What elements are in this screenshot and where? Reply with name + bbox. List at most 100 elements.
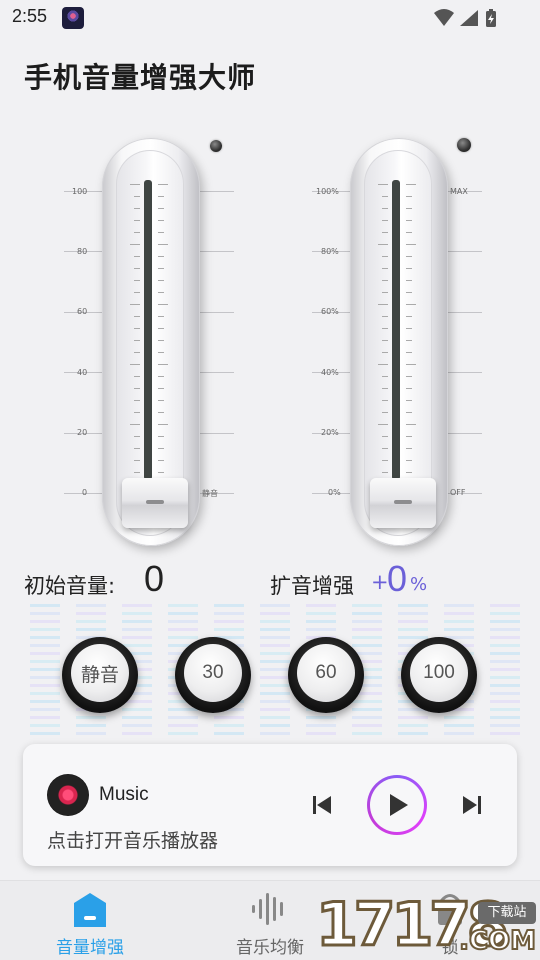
eq-bar xyxy=(168,724,198,727)
eq-bar xyxy=(76,620,106,623)
minor-tick xyxy=(382,448,388,449)
minor-tick xyxy=(382,268,388,269)
eq-bar xyxy=(260,660,290,663)
boost-thumb[interactable] xyxy=(370,478,436,528)
initial-volume-slider-panel: 100 80 60 40 20 0 静音 xyxy=(20,130,270,550)
preset-30-label: 30 xyxy=(184,644,242,702)
minor-tick xyxy=(158,220,164,221)
play-button[interactable] xyxy=(367,775,427,835)
initial-volume-thumb[interactable] xyxy=(122,478,188,528)
previous-track-icon[interactable] xyxy=(311,794,333,816)
signal-icon xyxy=(460,10,478,26)
eq-bar xyxy=(398,716,428,719)
minor-tick xyxy=(134,412,140,413)
eq-bar xyxy=(444,628,474,631)
eq-bar xyxy=(352,732,382,735)
minor-tick xyxy=(158,364,168,365)
minor-tick xyxy=(134,388,140,389)
eq-bar xyxy=(214,724,244,727)
minor-tick xyxy=(406,388,412,389)
minor-tick xyxy=(158,376,164,377)
boost-unit: % xyxy=(410,574,428,595)
eq-bar xyxy=(398,612,428,615)
minor-tick xyxy=(382,232,388,233)
slider-track xyxy=(392,180,400,480)
minor-tick xyxy=(158,280,164,281)
minor-tick xyxy=(134,208,140,209)
minor-tick xyxy=(406,352,412,353)
eq-bar xyxy=(260,620,290,623)
eq-bar xyxy=(168,612,198,615)
battery-icon xyxy=(486,9,496,27)
minor-tick xyxy=(406,268,412,269)
eq-bar xyxy=(168,636,198,639)
preset-60-button[interactable]: 60 xyxy=(288,637,364,713)
eq-bar xyxy=(352,604,382,607)
scale-label-80: 80 xyxy=(77,247,88,256)
minor-tick xyxy=(134,436,140,437)
eq-bar xyxy=(122,732,152,735)
initial-volume-label: 初始音量: xyxy=(24,574,116,598)
minor-tick xyxy=(158,268,164,269)
minor-tick xyxy=(406,376,412,377)
minor-tick xyxy=(406,460,412,461)
minor-tick xyxy=(158,436,164,437)
eq-bar xyxy=(122,708,152,711)
boost-slider[interactable] xyxy=(350,138,448,546)
minor-tick xyxy=(382,328,388,329)
eq-bar xyxy=(76,732,106,735)
eq-bar xyxy=(260,612,290,615)
music-player-card[interactable]: Music 点击打开音乐播放器 xyxy=(23,744,517,866)
play-icon xyxy=(390,794,408,816)
minor-tick xyxy=(158,184,168,185)
next-track-icon[interactable] xyxy=(461,794,483,816)
initial-volume-slider[interactable] xyxy=(102,138,200,546)
eq-bar xyxy=(260,604,290,607)
eq-bar xyxy=(490,700,520,703)
eq-bar xyxy=(444,732,474,735)
eq-bar xyxy=(490,604,520,607)
minor-tick xyxy=(134,268,140,269)
minor-tick xyxy=(158,412,164,413)
preset-100-label: 100 xyxy=(410,644,468,702)
minor-tick xyxy=(406,280,412,281)
app-title: 手机音量增强大师 xyxy=(24,61,257,94)
eq-bar xyxy=(122,716,152,719)
eq-bar xyxy=(122,612,152,615)
eq-bar xyxy=(490,652,520,655)
preset-30-button[interactable]: 30 xyxy=(175,637,251,713)
minor-tick xyxy=(406,316,412,317)
eq-bar xyxy=(398,628,428,631)
eq-bar xyxy=(306,716,336,719)
eq-bar xyxy=(260,732,290,735)
eq-bar xyxy=(352,700,382,703)
minor-tick xyxy=(406,436,412,437)
boost-label: 扩音增强 xyxy=(270,574,354,598)
eq-bar xyxy=(444,716,474,719)
eq-bar xyxy=(260,716,290,719)
eq-bar xyxy=(168,708,198,711)
eq-bar xyxy=(490,628,520,631)
minor-tick xyxy=(382,292,388,293)
eq-bar xyxy=(76,628,106,631)
minor-tick xyxy=(130,304,140,305)
minor-tick xyxy=(158,208,164,209)
volume-boost-icon xyxy=(74,893,106,927)
scale-label-100: 100 xyxy=(72,187,88,196)
preset-100-button[interactable]: 100 xyxy=(401,637,477,713)
minor-tick xyxy=(382,388,388,389)
minor-tick xyxy=(406,256,412,257)
player-title: Music xyxy=(99,784,149,805)
scale-label-60: 60 xyxy=(77,307,88,316)
open-player-hint[interactable]: 点击打开音乐播放器 xyxy=(47,826,218,853)
minor-tick xyxy=(158,460,164,461)
minor-tick xyxy=(134,256,140,257)
preset-mute-button[interactable]: 静音 xyxy=(62,637,138,713)
status-icons xyxy=(434,9,496,27)
scale-label-0pct: 0% xyxy=(328,488,341,497)
right-indicator-led xyxy=(457,138,471,152)
eq-bar xyxy=(122,620,152,623)
nav-tab-volume-boost[interactable]: 音量增强 xyxy=(0,881,180,960)
eq-bar xyxy=(490,732,520,735)
eq-bar xyxy=(444,604,474,607)
